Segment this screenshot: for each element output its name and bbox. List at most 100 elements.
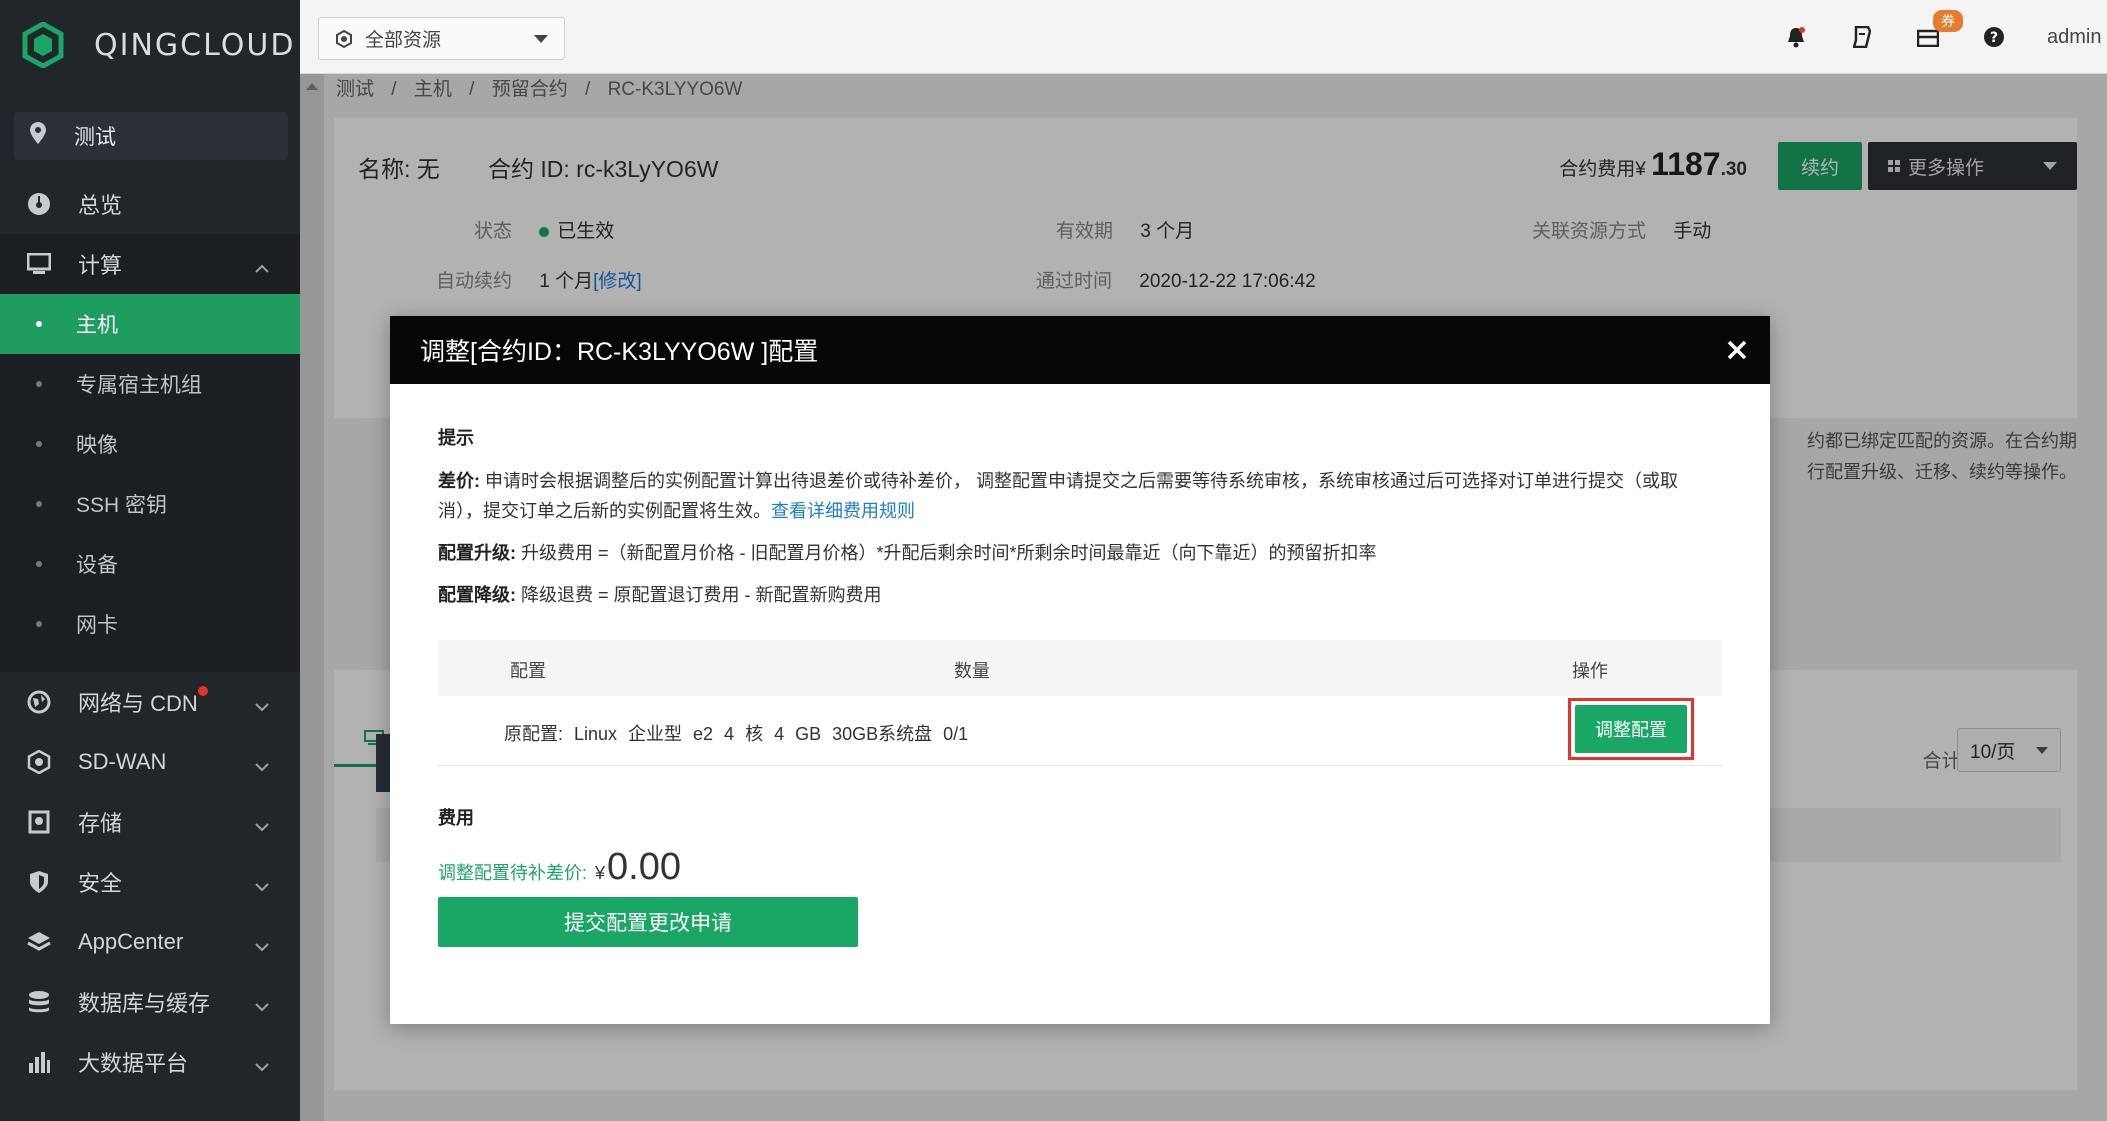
layers-icon (26, 929, 52, 955)
resource-filter-value: 全部资源 (365, 30, 442, 51)
chevron-up-icon (254, 254, 270, 280)
project-name: 测试 (74, 126, 116, 149)
column-header-quantity: 数量 (954, 661, 990, 681)
resource-filter-select[interactable]: 全部资源 (318, 17, 565, 60)
sidebar-item-label: 计算 (78, 253, 123, 278)
tip-label: 配置降级: (438, 585, 516, 605)
help-icon[interactable]: ? (1981, 24, 2007, 50)
tip-upgrade: 配置升级: 升级费用 =（新配置月价格 - 旧配置月价格）*升配后剩余时间*所剩… (438, 538, 1722, 568)
fee-section: 费用 调整配置待补差价: ¥ 0.00 提交配置更改申请 (438, 804, 1722, 947)
caret-down-icon (534, 35, 548, 43)
bullet (36, 441, 42, 447)
bullet (36, 621, 42, 627)
tip-title: 提示 (438, 428, 474, 448)
chevron-down-icon (254, 932, 270, 958)
wallet-icon[interactable]: 券 (1915, 10, 1963, 50)
location-pin-icon (30, 122, 48, 150)
brand-name: QINGCLOUD (94, 27, 296, 63)
chevron-down-icon (254, 1052, 270, 1078)
modal-title: 调整[合约ID：RC-K3LYYO6W ]配置 (420, 338, 819, 366)
original-config: 原配置: Linux 企业型 e2 4 核 4 GB 30GB系统盘 0/1 (504, 724, 969, 744)
project-selector[interactable]: 测试 (14, 112, 288, 160)
price-diff-label: 调整配置待补差价: (438, 863, 588, 883)
fee-title: 费用 (438, 808, 474, 828)
close-icon[interactable] (1722, 335, 1752, 365)
chart-icon (26, 1049, 52, 1075)
chevron-down-icon (254, 992, 270, 1018)
sidebar-item-label: 设备 (76, 554, 118, 577)
svg-text:?: ? (1990, 30, 1998, 46)
price-diff: 调整配置待补差价: ¥ 0.00 (438, 846, 1722, 889)
sidebar-item-label: 网络与 CDN (78, 691, 198, 716)
chevron-down-icon (254, 692, 270, 718)
sidebar-item-dedicated-hosts[interactable]: 专属宿主机组 (0, 354, 300, 414)
currency-symbol: ¥ (595, 863, 606, 883)
top-icons: 券 ? admin (1783, 0, 2107, 74)
tip-text: 降级退费 = 原配置退订费用 - 新配置新购费用 (516, 585, 882, 605)
column-header-config: 配置 (510, 661, 546, 681)
bullet (36, 381, 42, 387)
sidebar-item-label: 总览 (78, 193, 123, 218)
bullet (36, 501, 42, 507)
coupon-badge: 券 (1933, 10, 1963, 32)
sidebar-item-label: SD-WAN (78, 749, 167, 774)
modal-header: 调整[合约ID：RC-K3LYYO6W ]配置 (390, 316, 1770, 384)
adjust-config-button[interactable]: 调整配置 (1575, 705, 1687, 753)
fee-rules-link[interactable]: 查看详细费用规则 (771, 501, 915, 521)
sidebar-item-sd-wan[interactable]: SD-WAN (0, 732, 300, 792)
sidebar-item-label: 安全 (78, 871, 123, 896)
sidebar-item-label: 专属宿主机组 (76, 374, 202, 397)
sidebar-item-devices[interactable]: 设备 (0, 534, 300, 594)
tip-price-diff: 差价: 申请时会根据调整后的实例配置计算出待退差价或待补差价， 调整配置申请提交… (438, 466, 1722, 526)
qingcloud-logo-icon (22, 21, 64, 69)
sidebar-item-images[interactable]: 映像 (0, 414, 300, 474)
sidebar-item-ssh-keys[interactable]: SSH 密钥 (0, 474, 300, 534)
sidebar-item-instances[interactable]: 主机 (0, 294, 300, 354)
top-bar: 全部资源 券 ? admin (300, 0, 2107, 74)
price-diff-amount: 0.00 (607, 846, 681, 888)
chevron-down-icon (254, 812, 270, 838)
sidebar-item-appcenter[interactable]: AppCenter (0, 912, 300, 972)
sdwan-icon (26, 749, 52, 775)
globe-icon (26, 689, 52, 715)
logo[interactable]: QINGCLOUD (0, 0, 300, 90)
sidebar-item-label: 大数据平台 (78, 1051, 189, 1076)
divider (0, 654, 300, 672)
sidebar-item-label: 存储 (78, 811, 123, 836)
sidebar-item-label: 网卡 (76, 614, 118, 637)
tip-label: 配置升级: (438, 543, 516, 563)
highlight-box: 调整配置 (1568, 698, 1694, 760)
sidebar-item-network-cdn[interactable]: 网络与 CDN (0, 672, 300, 732)
column-header-action: 操作 (1572, 661, 1608, 681)
chevron-down-icon (254, 752, 270, 778)
sidebar: QINGCLOUD 测试 总览 计算 主机 专属宿主机组 映像 SSH 密钥 设… (0, 0, 300, 1121)
tip-text: 升级费用 =（新配置月价格 - 旧配置月价格）*升配后剩余时间*所剩余时间最靠近… (516, 543, 1377, 563)
adjust-config-modal: 调整[合约ID：RC-K3LYYO6W ]配置 提示 差价: 申请时会根据调整后… (390, 316, 1770, 1024)
sidebar-item-big-data[interactable]: 大数据平台 (0, 1032, 300, 1092)
sidebar-item-overview[interactable]: 总览 (0, 174, 300, 234)
tip-text: 申请时会根据调整后的实例配置计算出待退差价或待补差价， 调整配置申请提交之后需要… (438, 471, 1678, 521)
bell-icon[interactable] (1783, 24, 1809, 50)
sidebar-item-security[interactable]: 安全 (0, 852, 300, 912)
chevron-down-icon (254, 872, 270, 898)
shield-icon (26, 869, 52, 895)
sidebar-item-label: 映像 (76, 434, 118, 457)
table-row: 原配置: Linux 企业型 e2 4 核 4 GB 30GB系统盘 0/1 调… (438, 696, 1722, 766)
monitor-icon (26, 251, 52, 277)
sidebar-item-nics[interactable]: 网卡 (0, 594, 300, 654)
bullet (36, 321, 42, 327)
database-icon (26, 989, 52, 1015)
submit-change-request-button[interactable]: 提交配置更改申请 (438, 897, 858, 947)
sidebar-item-storage[interactable]: 存储 (0, 792, 300, 852)
config-table: 配置 数量 操作 原配置: Linux 企业型 e2 4 核 4 GB 30GB… (438, 640, 1722, 766)
sidebar-item-compute[interactable]: 计算 (0, 234, 300, 294)
modal-body: 提示 差价: 申请时会根据调整后的实例配置计算出待退差价或待补差价， 调整配置申… (390, 384, 1770, 947)
bullet (36, 561, 42, 567)
notification-dot (198, 686, 208, 696)
hexagon-gear-icon (335, 29, 353, 48)
notes-icon[interactable] (1849, 24, 1875, 50)
dashboard-icon (26, 191, 52, 217)
tip-label: 差价: (438, 471, 480, 491)
sidebar-item-database-cache[interactable]: 数据库与缓存 (0, 972, 300, 1032)
user-menu[interactable]: admin (2047, 26, 2107, 49)
